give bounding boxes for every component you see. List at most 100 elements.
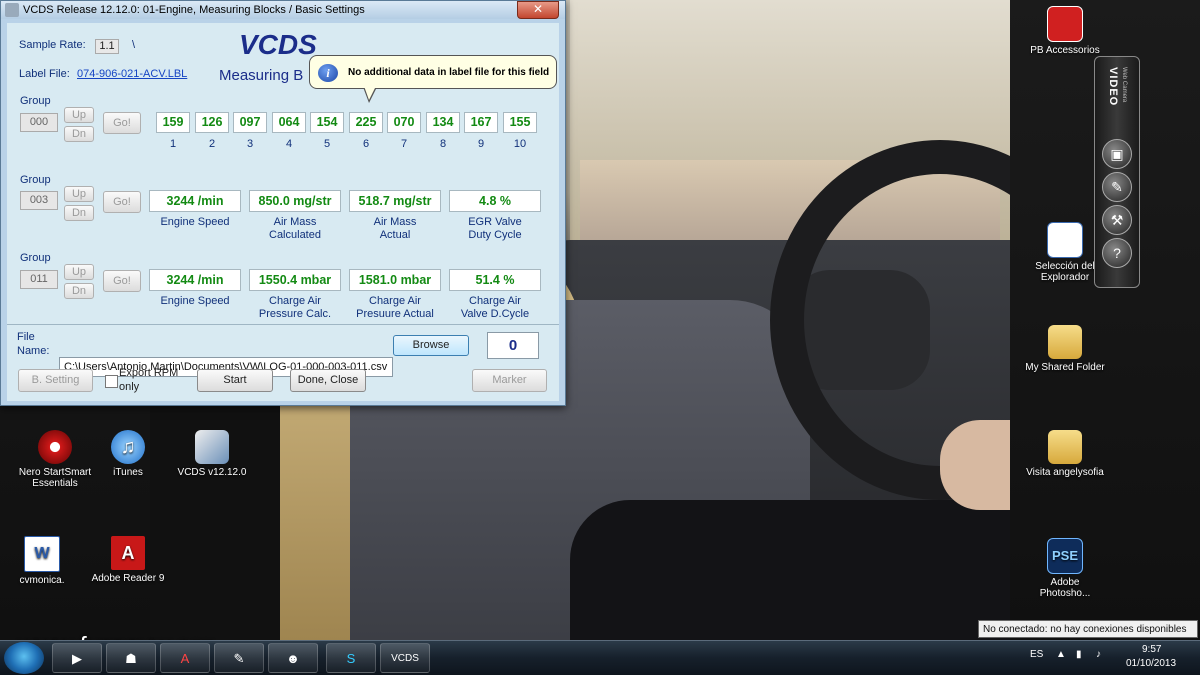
field-number: 3 [246, 138, 254, 150]
word-document-icon: W [24, 536, 60, 572]
adobe-reader-icon: A [111, 536, 145, 570]
file-name-label-1: File [17, 331, 35, 343]
sample-rate-label: Sample Rate: [19, 39, 86, 51]
group-3-field-4[interactable]: 51.4 % [449, 269, 541, 291]
desktop-icon-photoshop[interactable]: PSE Adobe Photosho... [1015, 538, 1115, 599]
field-caption: Engine Speed [160, 216, 230, 228]
taskbar: ▶ ☗ A ✎ ☻ S VCDS ES ▲ ▮ ♪ 9:57 01/10/201… [0, 640, 1200, 675]
group-3-up-button[interactable]: Up [64, 264, 94, 280]
video-camera-gadget[interactable]: VIDEO Web Camera ▣ ✎ ⚒ ? [1094, 56, 1140, 288]
field-number: 7 [400, 138, 408, 150]
group-1-down-button[interactable]: Dn [64, 126, 94, 142]
media-player-icon[interactable]: ▶ [52, 643, 102, 673]
window-title-bar[interactable]: VCDS Release 12.12.0: 01-Engine, Measuri… [1, 1, 565, 19]
clock-time[interactable]: 9:57 [1142, 644, 1161, 655]
field-caption: Air Mass Calculated [269, 216, 321, 241]
group-3-field-2[interactable]: 1550.4 mbar [249, 269, 341, 291]
group-1-field-2[interactable]: 126 [195, 112, 229, 133]
done-close-button[interactable]: Done, Close [290, 369, 366, 392]
battery-icon[interactable]: ▮ [1076, 649, 1082, 660]
group-1-field-5[interactable]: 154 [310, 112, 344, 133]
desktop-icon-vcds[interactable]: VCDS v12.12.0 [162, 430, 262, 478]
paint-icon[interactable]: ✎ [214, 643, 264, 673]
marker-button[interactable]: Marker [472, 369, 547, 392]
group-2-field-2[interactable]: 850.0 mg/str [249, 190, 341, 212]
window-title: VCDS Release 12.12.0: 01-Engine, Measuri… [23, 4, 365, 16]
group-3-field-3[interactable]: 1581.0 mbar [349, 269, 441, 291]
field-number: 6 [362, 138, 370, 150]
group-2-field-4[interactable]: 4.8 % [449, 190, 541, 212]
acrobat-icon[interactable]: A [160, 643, 210, 673]
volume-icon[interactable]: ♪ [1096, 649, 1101, 660]
group-2-up-button[interactable]: Up [64, 186, 94, 202]
vcds-app-icon [5, 3, 19, 17]
checklist-icon [1047, 222, 1083, 258]
group-3-field-1[interactable]: 3244 /min [149, 269, 241, 291]
show-hidden-icons[interactable]: ▲ [1056, 649, 1066, 660]
messenger-icon[interactable]: ☻ [268, 643, 318, 673]
export-rpm-checkbox[interactable] [105, 375, 118, 388]
field-number: 5 [323, 138, 331, 150]
field-number: 1 [169, 138, 177, 150]
vcds-window: VCDS Release 12.12.0: 01-Engine, Measuri… [0, 0, 566, 406]
field-caption: Engine Speed [160, 295, 230, 307]
desktop-icon-shared-folder[interactable]: My Shared Folder [1015, 325, 1115, 373]
group-1-label: Group [20, 95, 51, 107]
desktop-icon-adobe-reader[interactable]: A Adobe Reader 9 [78, 536, 178, 584]
field-number: 4 [285, 138, 293, 150]
group-1-field-8[interactable]: 134 [426, 112, 460, 133]
group-2-label: Group [20, 174, 51, 186]
field-caption: Charge Air Valve D.Cycle [460, 295, 530, 320]
group-3-input[interactable]: 011 [20, 270, 58, 289]
basic-setting-button[interactable]: B. Setting [18, 369, 93, 392]
group-2-down-button[interactable]: Dn [64, 205, 94, 221]
desktop-icon-pb-accessorios[interactable]: PB Accessorios [1015, 6, 1115, 56]
gadget-preview-icon[interactable]: ▣ [1102, 139, 1132, 169]
group-1-field-7[interactable]: 070 [387, 112, 421, 133]
group-3-down-button[interactable]: Dn [64, 283, 94, 299]
gadget-tools-icon[interactable]: ⚒ [1102, 205, 1132, 235]
clock-date[interactable]: 01/10/2013 [1126, 658, 1176, 669]
group-1-field-4[interactable]: 064 [272, 112, 306, 133]
group-3-label: Group [20, 252, 51, 264]
desktop-icon-angelysofia[interactable]: Visita angelysofia [1015, 430, 1115, 478]
export-rpm-label-2: only [119, 381, 140, 393]
browse-button[interactable]: Browse [393, 335, 469, 356]
group-1-field-3[interactable]: 097 [233, 112, 267, 133]
group-2-field-3[interactable]: 518.7 mg/str [349, 190, 441, 212]
group-2-input[interactable]: 003 [20, 191, 58, 210]
group-1-field-1[interactable]: 159 [156, 112, 190, 133]
group-1-field-9[interactable]: 167 [464, 112, 498, 133]
measuring-blocks-subtitle: Measuring B [219, 67, 304, 84]
group-1-up-button[interactable]: Up [64, 107, 94, 123]
skype-icon[interactable]: S [326, 643, 376, 673]
field-number: 2 [208, 138, 216, 150]
photoshop-icon: PSE [1047, 538, 1083, 574]
group-1-input[interactable]: 000 [20, 113, 58, 132]
file-name-label-2: Name: [17, 345, 50, 357]
network-notification: No conectado: no hay conexiones disponib… [978, 620, 1198, 638]
field-caption: EGR Valve Duty Cycle [468, 216, 522, 241]
vcds-icon[interactable]: VCDS [380, 643, 430, 673]
group-2-go-button[interactable]: Go! [103, 191, 141, 213]
export-rpm-label: Export RPM [119, 367, 179, 379]
language-indicator[interactable]: ES [1030, 649, 1043, 660]
start-button[interactable] [4, 642, 44, 674]
group-1-field-6[interactable]: 225 [349, 112, 383, 133]
group-1-field-10[interactable]: 155 [503, 112, 537, 133]
divider [7, 324, 559, 325]
field-number: 8 [439, 138, 447, 150]
gadget-edit-icon[interactable]: ✎ [1102, 172, 1132, 202]
label-file-link[interactable]: 074-906-021-ACV.LBL [77, 68, 187, 80]
gadget-help-icon[interactable]: ? [1102, 238, 1132, 268]
close-button[interactable]: ✕ [517, 1, 559, 19]
folder-icon [1048, 325, 1082, 359]
group-2-field-1[interactable]: 3244 /min [149, 190, 241, 212]
group-1-go-button[interactable]: Go! [103, 112, 141, 134]
vcds-icon [195, 430, 229, 464]
network-icon[interactable]: ☗ [106, 643, 156, 673]
start-button[interactable]: Start [197, 369, 273, 392]
itunes-icon: ♫ [111, 430, 145, 464]
group-3-go-button[interactable]: Go! [103, 270, 141, 292]
field-caption: Charge Air Presuure Actual [356, 295, 434, 320]
